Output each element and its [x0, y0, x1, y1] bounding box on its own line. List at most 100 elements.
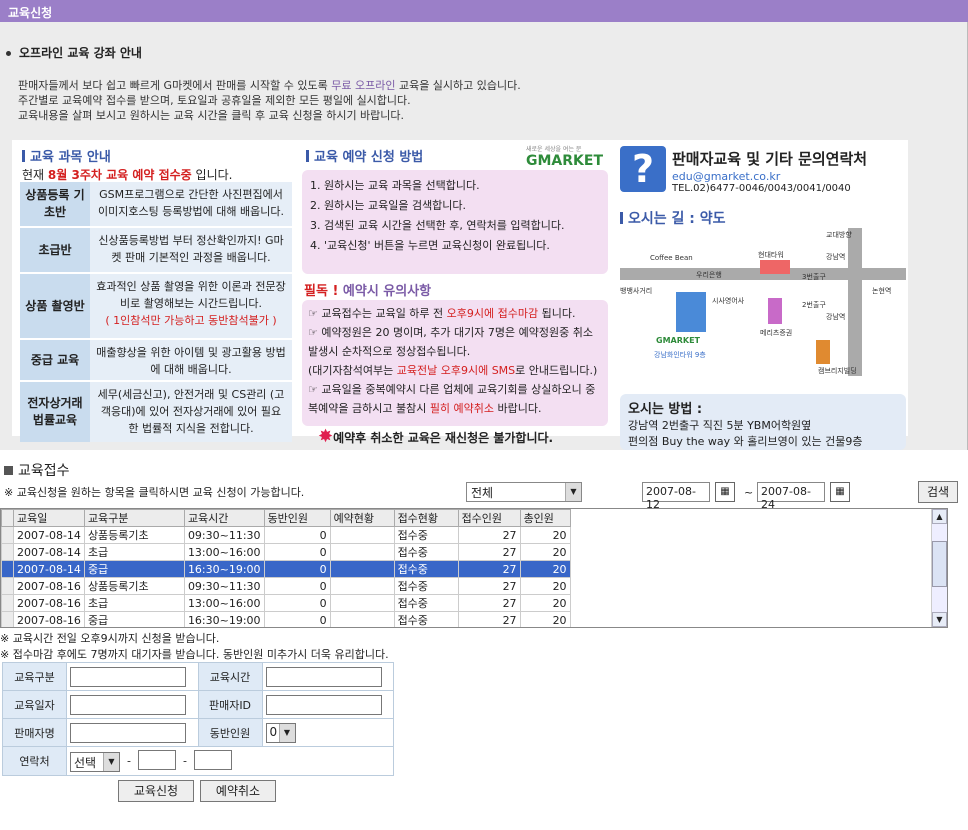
- table-cell[interactable]: 0: [263, 594, 331, 612]
- column-header[interactable]: 접수인원: [457, 509, 521, 527]
- course-filter-select[interactable]: 전체 ▼: [466, 482, 582, 502]
- column-header[interactable]: 예약현황: [329, 509, 395, 527]
- scroll-down-icon[interactable]: ▼: [932, 612, 947, 627]
- column-header[interactable]: 접수현황: [393, 509, 459, 527]
- burst-icon: ✸: [318, 426, 334, 447]
- table-cell[interactable]: 0: [263, 611, 331, 627]
- grid-scrollbar[interactable]: ▲ ▼: [931, 509, 947, 627]
- table-cell[interactable]: [329, 543, 395, 561]
- table-row[interactable]: 2007-08-14 중급 16:30~19:00 0 접수중 27 20: [1, 560, 571, 578]
- table-cell[interactable]: 27: [457, 577, 521, 595]
- date-to-input[interactable]: 2007-08-24: [757, 482, 825, 511]
- course-panel: 교육 과목 안내 현재 8월 3주차 교육 예약 접수중 입니다. 상품등록 기…: [12, 140, 294, 442]
- companions-select[interactable]: 0 ▼: [265, 722, 296, 743]
- table-cell[interactable]: 접수중: [393, 594, 459, 612]
- note-deadline: ※ 교육시간 전일 오후9시까지 신청을 받습니다.: [0, 632, 220, 645]
- table-cell[interactable]: [329, 594, 395, 612]
- calendar-icon[interactable]: ▦: [715, 482, 735, 502]
- table-row[interactable]: 2007-08-16 중급 16:30~19:00 0 접수중 27 20: [1, 611, 571, 627]
- column-header[interactable]: 교육일: [13, 509, 85, 527]
- course-time-field[interactable]: [265, 666, 382, 687]
- table-cell[interactable]: 접수중: [393, 577, 459, 595]
- chevron-down-icon[interactable]: ▼: [103, 752, 119, 771]
- table-cell[interactable]: 중급: [83, 560, 185, 578]
- gmarket-logo: 새로운 세상을 여는 문 GMARKET: [526, 146, 603, 169]
- column-header[interactable]: 동반인원: [263, 509, 331, 527]
- table-cell[interactable]: 2007-08-14: [13, 543, 85, 561]
- table-cell[interactable]: 27: [457, 594, 521, 612]
- table-cell[interactable]: 20: [519, 611, 571, 627]
- phone-last-field[interactable]: [193, 750, 232, 770]
- howto-step: 3. 검색된 교육 시간을 선택한 후, 연락처를 입력합니다.: [310, 219, 565, 232]
- table-cell[interactable]: 2007-08-14: [13, 526, 85, 544]
- table-cell[interactable]: 접수중: [393, 611, 459, 627]
- table-cell[interactable]: 09:30~11:30: [183, 577, 265, 595]
- howto-step: 1. 원하시는 교육 과목을 선택합니다.: [310, 179, 480, 192]
- apply-button[interactable]: 교육신청: [118, 780, 194, 802]
- table-cell[interactable]: 13:00~16:00: [183, 543, 265, 561]
- column-header[interactable]: 교육구분: [83, 509, 185, 527]
- table-cell[interactable]: 0: [263, 577, 331, 595]
- table-cell[interactable]: 2007-08-14: [13, 560, 85, 578]
- form-label: 연락처: [2, 746, 67, 776]
- search-button[interactable]: 검색: [918, 481, 958, 503]
- table-cell[interactable]: 초급: [83, 594, 185, 612]
- table-row[interactable]: 2007-08-14 초급 13:00~16:00 0 접수중 27 20: [1, 543, 571, 561]
- seller-name-field[interactable]: [70, 722, 186, 743]
- table-cell[interactable]: 0: [263, 543, 331, 561]
- table-cell[interactable]: 20: [519, 543, 571, 561]
- chevron-down-icon[interactable]: ▼: [278, 723, 295, 742]
- table-cell[interactable]: 16:30~19:00: [183, 560, 265, 578]
- seller-id-field[interactable]: [265, 694, 382, 715]
- row-gutter: [1, 611, 14, 627]
- column-header[interactable]: 총인원: [519, 509, 571, 527]
- table-cell[interactable]: 27: [457, 611, 521, 627]
- table-cell[interactable]: 2007-08-16: [13, 577, 85, 595]
- table-cell[interactable]: [329, 526, 395, 544]
- table-cell[interactable]: 접수중: [393, 543, 459, 561]
- table-cell[interactable]: 27: [457, 526, 521, 544]
- building-icon: [676, 292, 706, 332]
- table-cell[interactable]: 20: [519, 594, 571, 612]
- table-cell[interactable]: 16:30~19:00: [183, 611, 265, 627]
- table-cell[interactable]: 09:30~11:30: [183, 526, 265, 544]
- table-cell[interactable]: 2007-08-16: [13, 611, 85, 627]
- table-cell[interactable]: 20: [519, 560, 571, 578]
- phone-prefix-select[interactable]: 선택 ▼: [70, 751, 120, 772]
- table-cell[interactable]: 0: [263, 526, 331, 544]
- calendar-icon[interactable]: ▦: [830, 482, 850, 502]
- table-cell[interactable]: 27: [457, 543, 521, 561]
- table-cell[interactable]: 20: [519, 577, 571, 595]
- table-cell[interactable]: 13:00~16:00: [183, 594, 265, 612]
- table-cell[interactable]: 0: [263, 560, 331, 578]
- table-cell[interactable]: 접수중: [393, 560, 459, 578]
- table-cell[interactable]: [329, 611, 395, 627]
- column-header[interactable]: 교육시간: [183, 509, 265, 527]
- table-cell[interactable]: 접수중: [393, 526, 459, 544]
- map-label: 강남역: [826, 253, 846, 261]
- course-panel-title: 교육 과목 안내: [22, 146, 111, 165]
- course-date-field[interactable]: [70, 694, 186, 715]
- table-cell[interactable]: 20: [519, 526, 571, 544]
- table-cell[interactable]: 2007-08-16: [13, 594, 85, 612]
- table-cell[interactable]: 상품등록기초: [83, 577, 185, 595]
- date-from-input[interactable]: 2007-08-12: [642, 482, 710, 511]
- scroll-thumb[interactable]: [932, 541, 947, 587]
- chevron-down-icon[interactable]: ▼: [565, 483, 581, 501]
- table-cell[interactable]: [329, 560, 395, 578]
- course-type-field[interactable]: [70, 666, 186, 687]
- contact-email[interactable]: edu@gmarket.co.kr: [672, 170, 780, 183]
- scroll-up-icon[interactable]: ▲: [932, 509, 947, 524]
- table-row[interactable]: 2007-08-16 상품등록기초 09:30~11:30 0 접수중 27 20: [1, 577, 571, 595]
- table-cell[interactable]: [329, 577, 395, 595]
- phone-middle-field[interactable]: [137, 750, 176, 770]
- table-row[interactable]: 2007-08-16 초급 13:00~16:00 0 접수중 27 20: [1, 594, 571, 612]
- table-cell[interactable]: 27: [457, 560, 521, 578]
- map-title: 오시는 길 : 약도: [620, 208, 726, 228]
- table-cell[interactable]: 중급: [83, 611, 185, 627]
- table-row[interactable]: 2007-08-14 상품등록기초 09:30~11:30 0 접수중 27 20: [1, 526, 571, 544]
- info-area: 오프라인 교육 강좌 안내 판매자들께서 보다 쉽고 빠르게 G마켓에서 판매를…: [0, 22, 968, 450]
- table-cell[interactable]: 초급: [83, 543, 185, 561]
- cancel-reservation-button[interactable]: 예약취소: [200, 780, 276, 802]
- table-cell[interactable]: 상품등록기초: [83, 526, 185, 544]
